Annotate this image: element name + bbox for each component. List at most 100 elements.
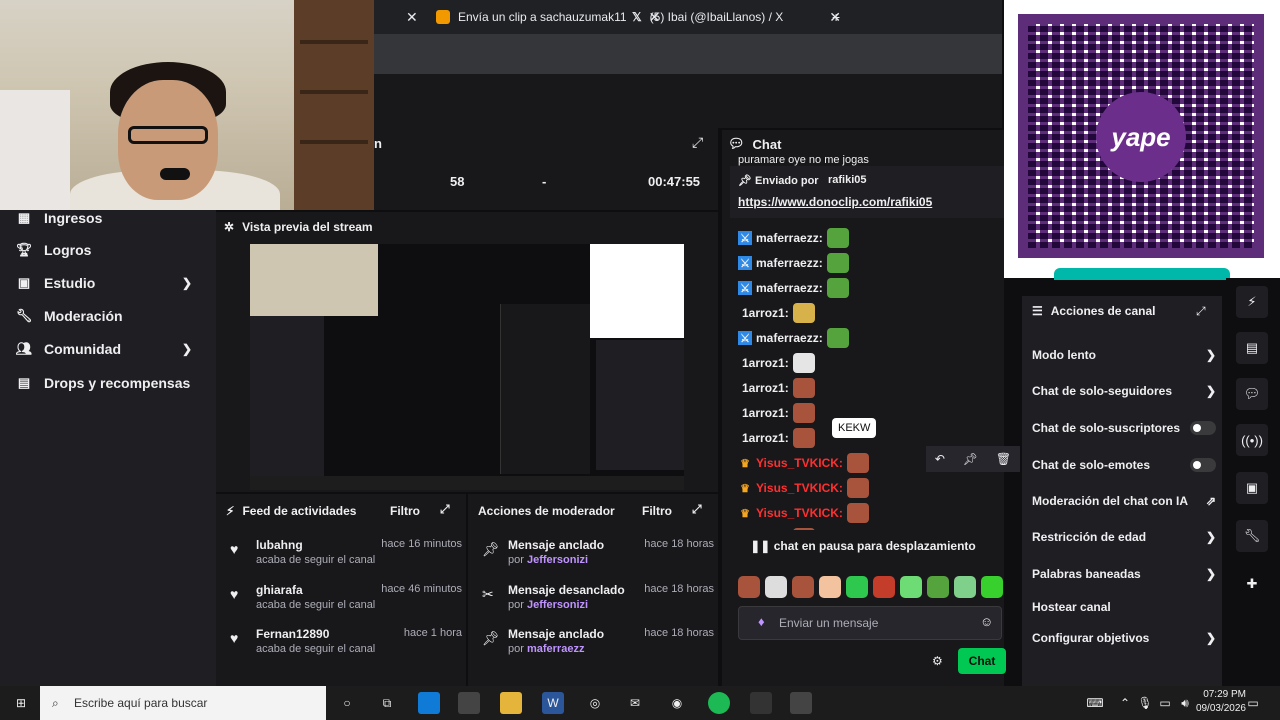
address-bar[interactable] bbox=[374, 34, 1002, 74]
chat-username[interactable]: 1arroz1: bbox=[742, 356, 789, 370]
chat-message[interactable]: ♛ Yisus_TVKICK: bbox=[738, 478, 869, 498]
layout-icon[interactable]: ▣ bbox=[1236, 472, 1268, 504]
sidebar-item-estudio[interactable]: ▣ Estudio ❯ bbox=[16, 275, 206, 291]
emote-button[interactable] bbox=[954, 576, 976, 598]
reply-icon[interactable]: ↶ bbox=[935, 452, 945, 466]
expand-icon[interactable]: ⤢ bbox=[440, 502, 450, 517]
task-view-icon[interactable]: ⧉ bbox=[376, 692, 398, 714]
sidebar-item-moderacion[interactable]: 🔧︎ Moderación bbox=[16, 308, 123, 324]
tab-close-icon[interactable]: ✕ bbox=[406, 0, 418, 34]
notification-icon[interactable]: ▭ bbox=[1242, 692, 1264, 714]
channel-action-item[interactable]: Configurar objetivos ❯ bbox=[1032, 631, 1216, 645]
chat-input[interactable]: Enviar un mensaje bbox=[738, 606, 1002, 640]
app-icon[interactable]: ◎ bbox=[584, 692, 606, 714]
gear-icon[interactable]: ⚙ bbox=[932, 654, 943, 668]
chat-username[interactable]: Yisus_TVKICK: bbox=[756, 456, 843, 470]
chat-username[interactable]: maferraezz: bbox=[756, 281, 823, 295]
broadcast-icon[interactable]: ((•)) bbox=[1236, 424, 1268, 456]
mic-icon[interactable]: 🎙︎ bbox=[1134, 692, 1156, 714]
store-icon[interactable] bbox=[458, 692, 480, 714]
frog-emote[interactable] bbox=[826, 253, 849, 273]
chat-username[interactable]: 1arroz1: bbox=[742, 381, 789, 395]
kek-emote[interactable] bbox=[792, 428, 815, 448]
chat-message[interactable]: ⚔ maferraezz: bbox=[738, 228, 849, 248]
folder-icon[interactable] bbox=[500, 692, 522, 714]
taskbar-search[interactable]: ⌕ Escribe aquí para buscar bbox=[40, 686, 326, 720]
emote-button[interactable] bbox=[765, 576, 787, 598]
sidebar-item-ingresos[interactable]: ▦ Ingresos bbox=[16, 210, 103, 226]
kek-emote[interactable] bbox=[846, 478, 869, 498]
channel-action-item[interactable]: Moderación del chat con IA ⇗ bbox=[1032, 494, 1216, 508]
frog-emote[interactable] bbox=[826, 278, 849, 298]
chat-username[interactable]: 1arroz1: bbox=[742, 406, 789, 420]
chat-message[interactable]: 1arroz1: bbox=[738, 378, 815, 398]
pinned-link[interactable]: https://www.donoclip.com/rafiki05 bbox=[738, 195, 932, 209]
filter-button[interactable]: Filtro bbox=[390, 504, 420, 518]
sidebar-item-logros[interactable]: 🏆︎ Logros bbox=[16, 242, 92, 258]
chat-message[interactable]: 1arroz1: bbox=[738, 428, 815, 448]
send-chat-button[interactable]: Chat bbox=[958, 648, 1006, 674]
kek-emote[interactable] bbox=[792, 403, 815, 423]
chat-message[interactable]: 1arroz1: bbox=[738, 353, 815, 373]
chat-username[interactable]: maferraezz: bbox=[756, 331, 823, 345]
chat-username[interactable]: Yisus_TVKICK: bbox=[756, 481, 843, 495]
kek-emote[interactable] bbox=[792, 378, 815, 398]
sidebar-item-comunidad[interactable]: 👥︎ Comunidad ❯ bbox=[16, 341, 206, 357]
puzzle-icon[interactable]: ✚ bbox=[1236, 568, 1268, 600]
chevron-up-icon[interactable]: ⌃ bbox=[1114, 692, 1136, 714]
notes-icon[interactable]: ▤ bbox=[1236, 332, 1268, 364]
tab-donoclip[interactable]: Envía un clip a sachauzumak11 ✕ bbox=[436, 0, 660, 34]
chat-message[interactable]: ♛ Yisus_TVKICK: bbox=[738, 453, 869, 473]
filter-button[interactable]: Filtro bbox=[642, 504, 672, 518]
chat-username[interactable]: 1arroz1: bbox=[742, 431, 789, 445]
frog-emote[interactable] bbox=[826, 228, 849, 248]
emote-button[interactable] bbox=[738, 576, 760, 598]
toggle-switch[interactable] bbox=[1190, 458, 1216, 472]
chat-message[interactable]: ⚔ maferraezz: bbox=[738, 278, 849, 298]
channel-action-item[interactable]: Palabras baneadas ❯ bbox=[1032, 567, 1216, 581]
steam-icon[interactable]: ◉ bbox=[666, 692, 688, 714]
stream-preview-video[interactable] bbox=[250, 244, 684, 490]
mail-icon[interactable]: ✉ bbox=[624, 692, 646, 714]
bits-icon[interactable]: ♦ bbox=[758, 614, 765, 629]
chat-message[interactable]: ⚔ maferraezz: bbox=[738, 328, 849, 348]
toggle-switch[interactable] bbox=[1190, 421, 1216, 435]
trash-icon[interactable]: 🗑︎ bbox=[996, 452, 1011, 466]
sidebar-item-drops[interactable]: ▤ Drops y recompensas bbox=[16, 375, 190, 391]
pinned-user[interactable]: rafiki05 bbox=[828, 174, 867, 186]
channel-action-item[interactable]: Chat de solo-seguidores ❯ bbox=[1032, 384, 1216, 398]
chat-message[interactable]: ⚔ maferraezz: bbox=[738, 253, 849, 273]
chat-message[interactable]: ♛ Yisus_TVKICK: bbox=[738, 503, 869, 523]
emote-button[interactable] bbox=[792, 576, 814, 598]
channel-action-item[interactable]: Modo lento ❯ bbox=[1032, 348, 1216, 362]
emote-button[interactable] bbox=[846, 576, 868, 598]
chat-icon[interactable]: 💬︎ bbox=[1236, 378, 1268, 410]
keyboard-icon[interactable]: ⌨ bbox=[1084, 692, 1106, 714]
edge-icon[interactable] bbox=[418, 692, 440, 714]
chat-username[interactable]: maferraezz: bbox=[756, 256, 823, 270]
emote-button[interactable] bbox=[819, 576, 841, 598]
chat-username[interactable]: Yisus_TVKICK: bbox=[756, 506, 843, 520]
kek-emote[interactable] bbox=[846, 453, 869, 473]
emote-button[interactable] bbox=[927, 576, 949, 598]
emote-button[interactable] bbox=[873, 576, 895, 598]
expand-icon[interactable]: ⤢ bbox=[1196, 304, 1206, 319]
channel-action-item[interactable]: Restricción de edad ❯ bbox=[1032, 530, 1216, 544]
channel-action-item[interactable]: Chat de solo-suscriptores bbox=[1032, 421, 1216, 435]
new-tab-button[interactable]: + bbox=[832, 0, 840, 34]
emote-button[interactable] bbox=[900, 576, 922, 598]
network-icon[interactable]: ▭ bbox=[1154, 692, 1176, 714]
taskbar-clock[interactable]: 07:29 PM 09/03/2026 bbox=[1196, 688, 1246, 716]
lightning-icon[interactable]: ⚡︎ bbox=[1236, 286, 1268, 318]
channel-action-item[interactable]: Chat de solo-emotes bbox=[1032, 458, 1216, 472]
windows-start-icon[interactable]: ⊞ bbox=[10, 692, 32, 714]
emoji-icon[interactable]: ☺ bbox=[980, 614, 993, 629]
expand-icon[interactable]: ⤢ bbox=[692, 502, 702, 517]
chat-paused-banner[interactable]: ❚❚ chat en pausa para desplazamiento bbox=[722, 530, 1004, 562]
wrench-icon[interactable]: 🔧︎ bbox=[1236, 520, 1268, 552]
skull-emote[interactable] bbox=[792, 353, 815, 373]
kek-emote[interactable] bbox=[846, 503, 869, 523]
frog-emote[interactable] bbox=[826, 328, 849, 348]
cortana-icon[interactable]: ○ bbox=[336, 692, 358, 714]
chrome-icon[interactable] bbox=[750, 692, 772, 714]
